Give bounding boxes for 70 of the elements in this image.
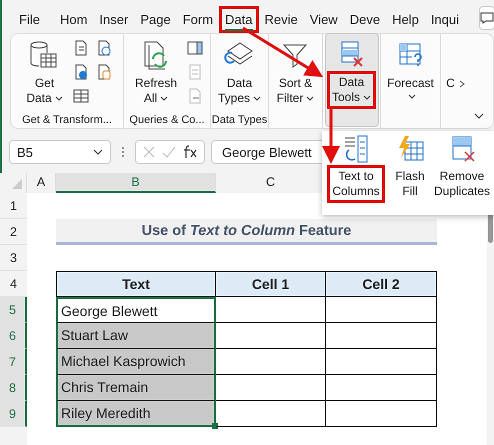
- ribbon-button[interactable]: Sort & Filter: [270, 34, 322, 128]
- table-cell[interactable]: Michael Kasprowich: [56, 349, 216, 375]
- caret-icon: [160, 96, 168, 102]
- table-cell[interactable]: [326, 349, 437, 375]
- caret-icon: [253, 96, 262, 102]
- ribbon-tab[interactable]: View: [304, 6, 344, 33]
- ribbon-button[interactable]: Data Types: [211, 34, 268, 113]
- fill-handle[interactable]: [212, 423, 218, 429]
- chevron-down-icon[interactable]: [473, 112, 485, 120]
- ribbon-button[interactable]: Forecast: [380, 34, 441, 128]
- table-cell[interactable]: Stuart Law: [56, 323, 216, 349]
- group-label: Get & Transform...: [21, 113, 113, 128]
- row-header[interactable]: 6: [0, 323, 27, 349]
- table-cell[interactable]: [216, 297, 326, 323]
- table-icon[interactable]: [72, 87, 90, 105]
- ribbon-button[interactable]: C: [439, 34, 473, 128]
- chevron-right-icon: [458, 78, 466, 88]
- caret-icon: [306, 96, 314, 102]
- comment-icon: [480, 12, 494, 24]
- table-cell[interactable]: Riley Meredith: [56, 401, 216, 427]
- ribbon-button[interactable]: Data Tools: [324, 33, 378, 127]
- ribbon-tab[interactable]: Deve: [344, 6, 386, 33]
- caret-icon: [363, 94, 371, 100]
- table-cell[interactable]: [216, 401, 326, 427]
- row-header[interactable]: 3: [0, 245, 27, 271]
- table-header: Cell 2: [326, 271, 437, 297]
- ribbon-tab[interactable]: Hom: [54, 6, 94, 33]
- menu-item[interactable]: Flash Fill: [390, 134, 430, 215]
- table-cell[interactable]: [326, 375, 437, 401]
- ribbon-tab[interactable]: Inser: [93, 6, 134, 33]
- column-header[interactable]: B: [56, 173, 216, 193]
- table-cell[interactable]: [326, 297, 437, 323]
- comments-button[interactable]: [479, 6, 494, 30]
- ribbon-tab[interactable]: Inqui: [424, 6, 466, 33]
- row-header[interactable]: 8: [0, 375, 27, 401]
- group-label: Data Types: [211, 113, 268, 128]
- name-box[interactable]: B5: [9, 140, 111, 164]
- check-icon[interactable]: [162, 145, 176, 159]
- table-cell[interactable]: [216, 375, 326, 401]
- row-header[interactable]: 9: [0, 401, 27, 427]
- caret-icon: [54, 96, 63, 102]
- table-cell[interactable]: Chris Tremain: [56, 375, 216, 401]
- row-header[interactable]: 2: [0, 219, 27, 245]
- grip-icon: [121, 146, 125, 158]
- caret-icon: [408, 94, 416, 100]
- table-cell[interactable]: [326, 323, 437, 349]
- row-header[interactable]: 7: [0, 349, 27, 375]
- ribbon-tab[interactable]: File: [13, 6, 46, 33]
- table-cell[interactable]: [216, 349, 326, 375]
- group-label: Queries & Co...: [128, 113, 206, 128]
- row-header[interactable]: 5: [0, 297, 27, 323]
- ribbon-tab[interactable]: Page: [134, 6, 177, 33]
- function-icon[interactable]: [182, 145, 198, 159]
- row-header[interactable]: 1: [0, 193, 27, 219]
- ribbon-button[interactable]: Get Data: [19, 34, 70, 113]
- ribbon-tab[interactable]: Form: [176, 6, 220, 33]
- caret-icon: [93, 149, 103, 155]
- table-header: Cell 1: [216, 271, 326, 297]
- table-header: Text: [56, 271, 216, 297]
- ribbon-button[interactable]: Refresh All: [128, 34, 184, 113]
- annotation-arrow: [322, 108, 340, 164]
- ribbon-tab[interactable]: Revie: [258, 6, 304, 33]
- ribbon-tab[interactable]: Help: [386, 6, 425, 33]
- table-cell[interactable]: [326, 401, 437, 427]
- sheet-title: Use of Text to Column Feature: [56, 219, 437, 245]
- menu-item[interactable]: Remove Duplicates: [430, 134, 494, 215]
- row-header[interactable]: 4: [0, 271, 27, 297]
- panel-icon[interactable]: [186, 39, 204, 57]
- table-cell[interactable]: [216, 323, 326, 349]
- table-cell[interactable]: George Blewett: [56, 297, 216, 323]
